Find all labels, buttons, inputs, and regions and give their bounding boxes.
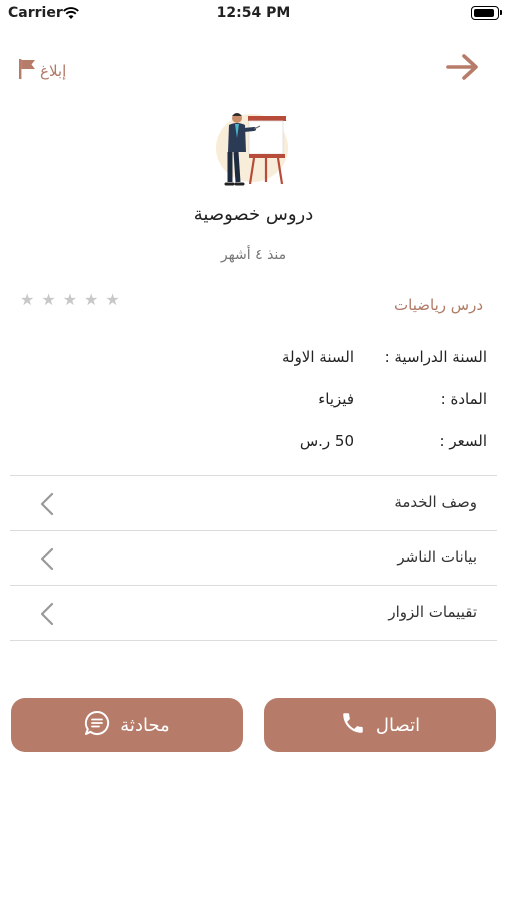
star-icon[interactable]: ★ — [63, 292, 77, 308]
call-button[interactable]: اتصال — [264, 698, 496, 752]
posted-time: منذ ٤ أشهر — [220, 247, 287, 263]
section-label: تقييمات الزوار — [388, 603, 477, 621]
call-label: اتصال — [375, 714, 421, 736]
detail-value-price: 50 ر.س — [299, 432, 354, 450]
report-button[interactable]: إبلاغ — [18, 58, 66, 84]
ad-name: درس رياضيات — [394, 296, 483, 314]
battery-icon — [471, 6, 502, 20]
chevron-left-icon — [40, 602, 54, 630]
teacher-illustration — [214, 108, 294, 188]
detail-value-year: السنة الاولة — [281, 348, 354, 366]
star-icon[interactable]: ★ — [105, 292, 119, 308]
chat-icon — [84, 710, 110, 741]
rating-stars[interactable]: ★ ★ ★ ★ ★ — [20, 292, 120, 308]
section-label: بيانات الناشر — [397, 548, 477, 566]
sections-list: وصف الخدمة بيانات الناشر تقييمات الزوار — [10, 475, 497, 641]
star-icon[interactable]: ★ — [20, 292, 34, 308]
section-label: وصف الخدمة — [394, 493, 477, 511]
report-label: إبلاغ — [40, 62, 67, 80]
star-icon[interactable]: ★ — [41, 292, 55, 308]
section-service-description[interactable]: وصف الخدمة — [10, 475, 497, 530]
star-icon[interactable]: ★ — [84, 292, 98, 308]
flag-icon — [18, 58, 38, 84]
detail-label-year: السنة الدراسية : — [384, 348, 487, 366]
chat-button[interactable]: محادثة — [11, 698, 243, 752]
detail-label-price: السعر : — [439, 432, 487, 450]
status-bar: Carrier 12:54 PM — [0, 0, 507, 28]
ad-title: دروس خصوصية — [193, 204, 314, 225]
section-visitor-reviews[interactable]: تقييمات الزوار — [10, 585, 497, 641]
section-publisher-info[interactable]: بيانات الناشر — [10, 530, 497, 585]
phone-icon — [340, 710, 366, 741]
back-arrow-icon[interactable] — [445, 52, 481, 86]
chevron-left-icon — [40, 547, 54, 575]
detail-label-subject: المادة : — [440, 390, 487, 408]
detail-value-subject: فيزياء — [318, 390, 354, 408]
chat-label: محادثة — [120, 714, 170, 736]
clock: 12:54 PM — [216, 5, 291, 21]
chevron-left-icon — [40, 492, 54, 520]
